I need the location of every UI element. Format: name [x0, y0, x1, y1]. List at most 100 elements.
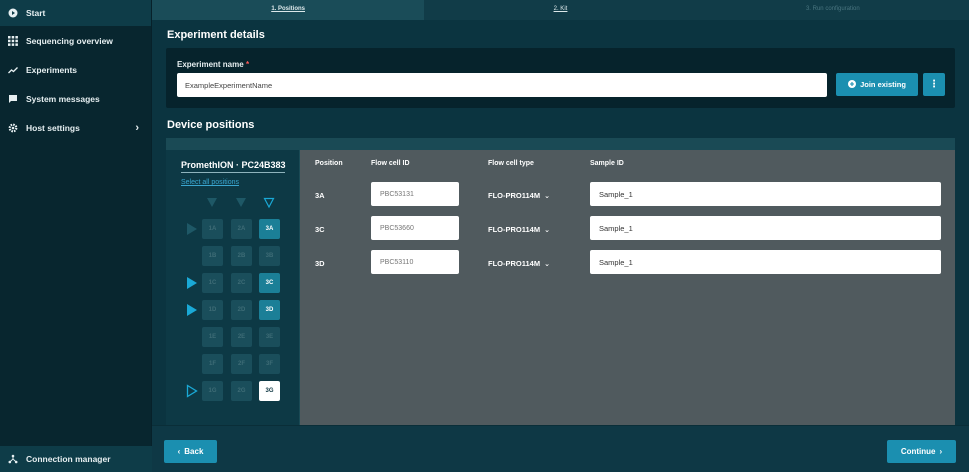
sidebar-item-sequencing-overview[interactable]: Sequencing overview [0, 26, 151, 55]
continue-button[interactable]: Continue › [887, 440, 956, 463]
sample-id-input[interactable] [590, 182, 941, 206]
sidebar-item-label: Host settings [26, 122, 80, 133]
step-kit[interactable]: 2. Kit [424, 0, 696, 20]
flow-cell-position-1c[interactable]: 1C [202, 273, 223, 293]
flow-cell-position-3b[interactable]: 3B [259, 246, 280, 266]
sidebar-item-label: Sequencing overview [26, 35, 113, 46]
table-row: 3A FLO-PRO114M⌄ [300, 182, 955, 208]
start-row-play-icon[interactable] [186, 384, 198, 398]
flow-cell-id-input[interactable] [371, 216, 459, 240]
experiment-details-title: Experiment details [167, 29, 265, 41]
experiment-name-input[interactable] [177, 73, 827, 97]
sidebar-item-start[interactable]: Start [0, 0, 151, 26]
flow-cell-row: 1G 2G 3G [166, 381, 299, 402]
flow-cell-position-2g[interactable]: 2G [231, 381, 252, 401]
required-mark: * [245, 60, 250, 69]
flow-cell-position-3c[interactable]: 3C [259, 273, 280, 293]
flow-cell-position-1f[interactable]: 1F [202, 354, 223, 374]
flow-cell-id-input[interactable] [371, 182, 459, 206]
positions-table: Position Flow cell ID Flow cell type Sam… [300, 150, 955, 425]
device-positions-title: Device positions [167, 119, 255, 131]
position-cell: 3D [315, 259, 325, 268]
flow-cell-type-select[interactable]: FLO-PRO114M ⌄ [488, 225, 550, 234]
sidebar-item-label: System messages [26, 93, 100, 104]
flow-cell-position-3d[interactable]: 3D [259, 300, 280, 320]
experiment-details-card: Experiment name * Join existing ⋮ [166, 48, 955, 108]
experiment-name-label: Experiment name * [177, 60, 250, 69]
flow-cell-position-2f[interactable]: 2F [231, 354, 252, 374]
position-cell: 3A [315, 191, 325, 200]
chevron-down-icon: ⌄ [544, 227, 550, 234]
connection-manager[interactable]: Connection manager [0, 446, 152, 472]
back-button[interactable]: ‹ Back [164, 440, 217, 463]
flow-cell-position-2a[interactable]: 2A [231, 219, 252, 239]
play-circle-icon [7, 7, 19, 19]
table-row: 3D FLO-PRO114M⌄ [300, 250, 955, 276]
flow-cell-id-input[interactable] [371, 250, 459, 274]
start-row-play-icon[interactable] [187, 277, 197, 289]
header-flow-cell-id: Flow cell ID [371, 160, 410, 167]
network-icon [7, 453, 19, 465]
start-row-play-icon[interactable] [187, 223, 197, 235]
more-options-button[interactable]: ⋮ [923, 73, 945, 96]
grid-icon [7, 35, 19, 47]
flow-cell-position-2c[interactable]: 2C [231, 273, 252, 293]
step-positions[interactable]: 1. Positions [152, 0, 425, 20]
flow-cell-position-3f[interactable]: 3F [259, 354, 280, 374]
gear-icon [7, 122, 19, 134]
message-icon [7, 93, 19, 105]
flow-cell-position-3g[interactable]: 3G [259, 381, 280, 401]
sidebar-item-label: Start [26, 8, 46, 18]
sample-id-input[interactable] [590, 250, 941, 274]
connection-manager-label: Connection manager [26, 454, 111, 464]
column-1-toggle-icon[interactable] [206, 197, 218, 209]
flow-cell-row: 1F 2F 3F [166, 354, 299, 375]
flow-cell-row: 1B 2B 3B [166, 246, 299, 267]
kebab-menu-icon: ⋮ [929, 79, 939, 90]
device-positions-card: PromethION · PC24B383 Select all positio… [166, 138, 955, 425]
sidebar-item-label: Experiments [26, 64, 78, 75]
flow-cell-position-1a[interactable]: 1A [202, 219, 223, 239]
flow-cell-position-1b[interactable]: 1B [202, 246, 223, 266]
flow-cell-row: 1E 2E 3E [166, 327, 299, 348]
flow-cell-type-select[interactable]: FLO-PRO114M ⌄ [488, 259, 550, 268]
footer: ‹ Back Continue › [152, 425, 969, 472]
sidebar-item-host-settings[interactable]: Host settings › [0, 113, 151, 142]
flow-cell-row: 1A 2A 3A [166, 219, 299, 240]
chevron-right-icon: › [135, 121, 139, 134]
device-panel: PromethION · PC24B383 Select all positio… [166, 150, 299, 425]
sidebar: Start Sequencing overview Experiments Sy… [0, 0, 152, 472]
header-position: Position [315, 160, 343, 167]
select-all-positions-link[interactable]: Select all positions [181, 179, 239, 186]
header-flow-cell-type: Flow cell type [488, 160, 534, 167]
position-cell: 3C [315, 225, 325, 234]
sidebar-item-experiments[interactable]: Experiments [0, 55, 151, 84]
flow-cell-position-2b[interactable]: 2B [231, 246, 252, 266]
stepper: 1. Positions 2. Kit 3. Run configuration [152, 0, 969, 20]
join-existing-button[interactable]: Join existing [836, 73, 918, 96]
flow-cell-position-3a[interactable]: 3A [259, 219, 280, 239]
flow-cell-position-1e[interactable]: 1E [202, 327, 223, 347]
step-run-configuration[interactable]: 3. Run configuration [697, 0, 969, 20]
flow-cell-row: 1D 2D 3D [166, 300, 299, 321]
flow-cell-position-1d[interactable]: 1D [202, 300, 223, 320]
column-2-toggle-icon[interactable] [235, 197, 247, 209]
flow-cell-position-2e[interactable]: 2E [231, 327, 252, 347]
plus-circle-icon [848, 79, 857, 90]
flow-cell-position-2d[interactable]: 2D [231, 300, 252, 320]
sample-id-input[interactable] [590, 216, 941, 240]
start-row-play-icon[interactable] [187, 304, 197, 316]
chevron-down-icon: ⌄ [544, 193, 550, 200]
chevron-down-icon: ⌄ [544, 261, 550, 268]
main-content: Experiment details Experiment name * Joi… [152, 20, 969, 425]
column-3-toggle-icon[interactable] [263, 197, 275, 209]
chevron-right-icon: › [939, 447, 943, 456]
sidebar-item-system-messages[interactable]: System messages [0, 84, 151, 113]
flow-cell-position-1g[interactable]: 1G [202, 381, 223, 401]
chart-line-icon [7, 64, 19, 76]
flow-cell-type-select[interactable]: FLO-PRO114M ⌄ [488, 191, 550, 200]
device-name-underline [181, 172, 285, 173]
flow-cell-position-3e[interactable]: 3E [259, 327, 280, 347]
chevron-left-icon: ‹ [177, 447, 181, 456]
table-row: 3C FLO-PRO114M⌄ [300, 216, 955, 242]
